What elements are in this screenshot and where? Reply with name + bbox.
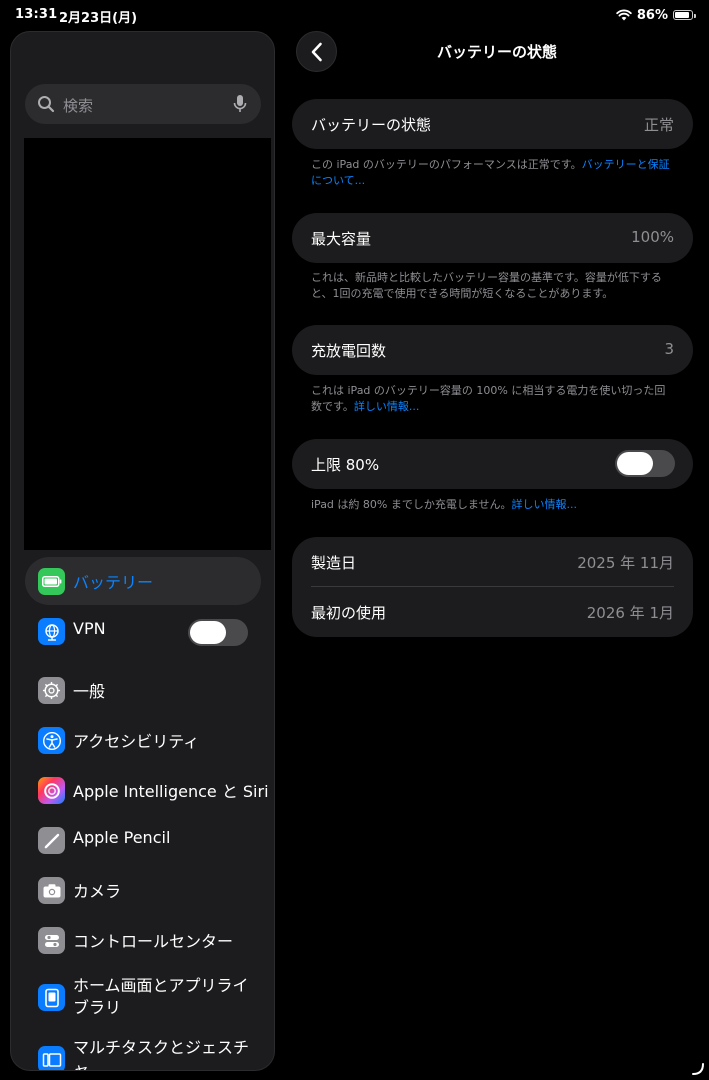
battery-health-footnote: この iPad のバッテリーのパフォーマンスは正常です。バッテリーと保証について… [311,157,676,189]
settings-sidebar: 検索 バッテリー VPN 一般 アクセシビリティ Apple Intellige… [10,31,275,1071]
battery-health-row: バッテリーの状態 正常 [292,99,693,149]
charge-limit-row: 上限 80% [292,439,693,489]
back-button[interactable] [296,31,337,72]
charge-limit-more-info-link[interactable]: 詳しい情報... [512,498,578,511]
cycle-count-row: 充放電回数 3 [292,325,693,375]
status-time: 13:31 [15,7,58,22]
sidebar-item-label: 一般 [73,682,106,701]
sidebar-item-general[interactable]: 一般 [25,666,261,714]
status-date: 2月23日(月) [59,11,138,26]
sidebar-item-label: Apple Intelligence と Siri [73,782,269,801]
battery-status-icon [673,10,696,20]
max-capacity-value: 100% [631,228,674,246]
cycle-count-more-info-link[interactable]: 詳しい情報... [354,400,420,413]
battery-health-card: バッテリーの状態 正常 [292,99,693,149]
page-title: バッテリーの状態 [436,43,557,61]
sidebar-item-vpn[interactable]: VPN [25,607,261,655]
search-field[interactable]: 検索 [25,84,261,124]
charge-limit-label: 上限 80% [311,456,380,474]
max-capacity-label: 最大容量 [311,230,372,248]
vpn-globe-icon [38,618,65,645]
cycle-count-value: 3 [664,340,674,358]
search-icon [38,96,55,113]
sidebar-item-home-screen[interactable]: ホーム画面とアプリライブラリ [25,973,261,1021]
cycle-count-footnote: これは iPad のバッテリー容量の 100% に相当する電力を使い切った回数で… [311,383,676,415]
manufacture-date-row: 製造日 2025 年 11月 [292,537,693,587]
sidebar-blank-area [24,138,271,550]
wifi-icon [616,9,632,21]
cycle-count-label: 充放電回数 [311,342,387,360]
control-center-icon [38,927,65,954]
sidebar-item-label: ホーム画面とアプリライブラリ [73,976,249,1017]
chevron-left-icon [311,42,322,61]
battery-health-label: バッテリーの状態 [311,116,432,134]
accessibility-icon [38,727,65,754]
first-use-label: 最初の使用 [311,604,387,622]
max-capacity-card: 最大容量 100% [292,213,693,263]
charge-limit-card: 上限 80% [292,439,693,489]
resize-corner-icon[interactable] [691,1062,705,1076]
manufacture-date-value: 2025 年 11月 [577,554,674,572]
toggle-knob [190,621,226,644]
charge-limit-footnote: iPad は約 80% までしか充電しません。詳しい情報... [311,497,676,513]
sidebar-item-control-center[interactable]: コントロールセンター [25,916,261,964]
manufacture-date-label: 製造日 [311,554,357,572]
charge-limit-toggle[interactable] [615,450,675,477]
sidebar-item-apple-pencil[interactable]: Apple Pencil [25,816,261,864]
first-use-row: 最初の使用 2026 年 1月 [292,587,693,637]
vpn-toggle[interactable] [188,619,248,646]
battery-percent: 86% [636,7,668,23]
sidebar-item-multitasking[interactable]: マルチタスクとジェスチャ [25,1035,261,1071]
cycle-count-card: 充放電回数 3 [292,325,693,375]
sidebar-item-label: Apple Pencil [73,828,171,847]
max-capacity-footnote: これは、新品時と比較したバッテリー容量の基準です。容量が低下すると、1回の充電で… [311,271,662,300]
sidebar-item-label: カメラ [73,882,122,901]
sidebar-item-label: バッテリー [73,573,154,592]
pencil-icon [38,827,65,854]
sidebar-item-camera[interactable]: カメラ [25,866,261,914]
toggle-knob [617,452,653,475]
camera-icon [38,877,65,904]
sidebar-item-label: コントロールセンター [73,932,234,951]
max-capacity-row: 最大容量 100% [292,213,693,263]
status-right: 86% [616,6,696,24]
battery-dates-card: 製造日 2025 年 11月 最初の使用 2026 年 1月 [292,537,693,637]
gear-icon [38,677,65,704]
sidebar-item-label: マルチタスクとジェスチャ [73,1038,250,1071]
battery-icon [38,568,65,595]
apple-intelligence-icon [38,777,65,804]
sidebar-item-apple-intelligence[interactable]: Apple Intelligence と Siri [25,766,269,814]
charge-limit-footnote-text: iPad は約 80% までしか充電しません。 [311,498,512,511]
microphone-icon[interactable] [233,94,247,114]
sidebar-item-battery[interactable]: バッテリー [25,557,261,605]
sidebar-item-label: アクセシビリティ [73,732,200,751]
battery-level-fill [675,12,689,18]
battery-health-footnote-text: この iPad のバッテリーのパフォーマンスは正常です。 [311,158,582,171]
sidebar-item-accessibility[interactable]: アクセシビリティ [25,716,261,764]
first-use-value: 2026 年 1月 [586,604,674,622]
home-screen-icon [38,984,65,1011]
battery-health-value: 正常 [643,116,674,134]
sidebar-item-label: VPN [73,619,106,638]
status-bar: 13:31 2月23日(月) 86% [0,0,709,30]
multitasking-icon [38,1046,65,1070]
search-placeholder: 検索 [63,97,94,115]
